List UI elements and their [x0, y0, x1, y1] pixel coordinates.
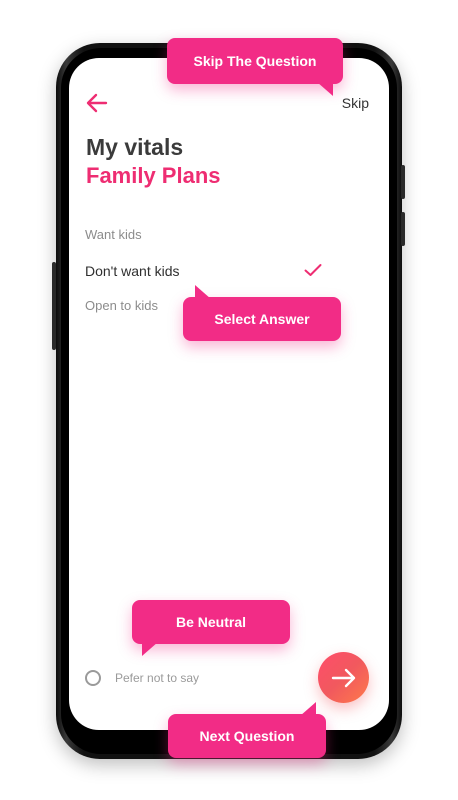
page-subtitle: Family Plans: [86, 163, 221, 188]
skip-button[interactable]: Skip: [342, 95, 369, 111]
prefer-not-to-say-option[interactable]: Pefer not to say: [85, 668, 199, 688]
callout-skip-question: Skip The Question: [167, 38, 343, 96]
callout-next-label: Next Question: [199, 728, 295, 744]
callout-be-neutral: Be Neutral: [132, 600, 290, 656]
option-want-kids[interactable]: Want kids: [85, 227, 142, 242]
alert-slider: [401, 212, 405, 246]
callout-skip-label: Skip The Question: [193, 53, 317, 69]
arrow-right-icon: [331, 668, 355, 687]
callout-next-question: Next Question: [168, 702, 326, 758]
prefer-not-to-say-label: Pefer not to say: [115, 671, 200, 685]
callout-tail: [300, 702, 316, 716]
arrow-left-icon: [86, 93, 108, 113]
option-open-to-kids[interactable]: Open to kids: [85, 298, 158, 313]
callout-select-answer: Select Answer: [183, 285, 341, 341]
next-button[interactable]: [318, 652, 369, 703]
option-dont-want-kids[interactable]: Don't want kids: [85, 263, 180, 279]
power-button: [401, 165, 405, 199]
callout-neutral-label: Be Neutral: [175, 614, 247, 630]
stage: Skip My vitals Family Plans Want kids Do…: [0, 0, 458, 800]
callout-tail: [142, 642, 158, 656]
page-title: My vitals: [86, 134, 184, 160]
back-button[interactable]: [85, 92, 109, 114]
callout-select-label: Select Answer: [214, 311, 310, 327]
volume-button: [52, 262, 56, 350]
callout-tail: [195, 285, 211, 299]
callout-tail: [317, 82, 333, 96]
radio-icon[interactable]: [85, 670, 101, 686]
checkmark-icon: [304, 264, 322, 276]
